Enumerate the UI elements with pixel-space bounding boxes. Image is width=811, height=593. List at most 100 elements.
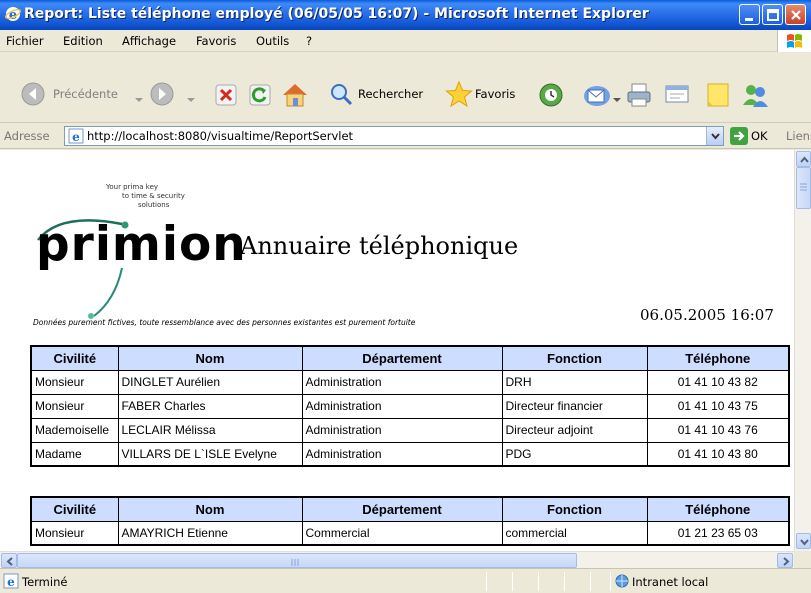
column-header: Département bbox=[301, 345, 503, 371]
menu-edition[interactable]: Edition bbox=[63, 34, 103, 48]
page-content: Your prima key to time & security soluti… bbox=[0, 150, 794, 551]
cell-fonction: Directeur financier bbox=[501, 393, 648, 419]
cell-civilite: Monsieur bbox=[30, 520, 119, 546]
scrollbar-corner bbox=[794, 551, 811, 568]
links-label[interactable]: Liens bbox=[786, 129, 811, 143]
forward-button[interactable] bbox=[149, 79, 183, 109]
browser-window: e Report: Liste téléphone employé (06/05… bbox=[0, 0, 811, 593]
table-row: Monsieur DINGLET Aurélien Administration… bbox=[30, 369, 790, 395]
mail-dropdown-icon[interactable] bbox=[613, 96, 621, 104]
mail-icon[interactable] bbox=[582, 81, 612, 109]
cell-telephone: 01 21 23 65 03 bbox=[646, 520, 790, 546]
windows-flag-icon bbox=[777, 30, 811, 52]
report-date: 06.05.2005 16:07 bbox=[640, 306, 774, 324]
back-label: Précédente bbox=[53, 87, 118, 101]
print-icon[interactable] bbox=[625, 81, 653, 109]
menu-fichier[interactable]: Fichier bbox=[6, 34, 44, 48]
stop-icon[interactable] bbox=[215, 84, 237, 106]
vertical-scroll-thumb[interactable] bbox=[796, 167, 811, 209]
close-icon bbox=[791, 10, 801, 20]
home-icon[interactable] bbox=[281, 82, 309, 108]
cell-telephone: 01 41 10 43 76 bbox=[646, 417, 790, 443]
messenger-icon[interactable] bbox=[740, 81, 770, 109]
cell-departement: Commercial bbox=[301, 520, 503, 546]
status-divider bbox=[590, 572, 591, 591]
logo-tagline-3: solutions bbox=[138, 201, 170, 209]
page-done-icon: e bbox=[3, 573, 19, 589]
search-label: Rechercher bbox=[358, 87, 424, 101]
cell-telephone: 01 41 10 43 75 bbox=[646, 393, 790, 419]
window-title: Report: Liste téléphone employé (06/05/0… bbox=[24, 6, 649, 22]
svg-text:e: e bbox=[72, 130, 80, 144]
menu-affichage[interactable]: Affichage bbox=[122, 34, 176, 48]
cell-civilite: Monsieur bbox=[30, 393, 119, 419]
security-zone-text: Intranet local bbox=[632, 575, 709, 589]
back-button[interactable]: Précédente bbox=[20, 79, 130, 109]
cell-civilite: Mademoiselle bbox=[30, 417, 119, 443]
favorites-star-icon bbox=[445, 80, 473, 108]
status-text: Terminé bbox=[22, 575, 68, 589]
vertical-scrollbar[interactable] bbox=[794, 150, 811, 551]
minimize-icon bbox=[745, 18, 753, 21]
svg-text:e: e bbox=[7, 575, 15, 589]
address-url: http://localhost:8080/visualtime/ReportS… bbox=[87, 129, 354, 143]
refresh-icon[interactable] bbox=[249, 84, 271, 106]
edit-icon[interactable] bbox=[663, 81, 691, 109]
search-button[interactable]: Rechercher bbox=[328, 79, 438, 109]
go-arrow-icon bbox=[730, 127, 748, 145]
minimize-button[interactable] bbox=[739, 4, 760, 25]
table-row: Monsieur FABER Charles Administration Di… bbox=[30, 393, 790, 419]
favorites-button[interactable]: Favoris bbox=[445, 79, 530, 109]
address-field[interactable]: e http://localhost:8080/visualtime/Repor… bbox=[64, 126, 724, 146]
table-row: Mademoiselle LECLAIR Mélissa Administrat… bbox=[30, 417, 790, 443]
menu-help[interactable]: ? bbox=[306, 34, 312, 48]
column-header: Civilité bbox=[30, 496, 119, 522]
page-ie-icon: e bbox=[68, 128, 84, 144]
forward-arrow-icon bbox=[150, 82, 174, 106]
employee-table-1: Civilité Nom Département Fonction Téléph… bbox=[30, 345, 790, 467]
notes-icon[interactable] bbox=[705, 81, 731, 109]
horizontal-scrollbar[interactable] bbox=[0, 551, 794, 568]
cell-telephone: 01 41 10 43 82 bbox=[646, 369, 790, 395]
horizontal-scroll-thumb[interactable] bbox=[17, 553, 577, 568]
forward-dropdown-icon[interactable] bbox=[187, 96, 195, 104]
standard-toolbar: Précédente Rechercher Favoris bbox=[0, 53, 811, 123]
chevron-down-icon bbox=[711, 133, 720, 140]
column-header: Téléphone bbox=[646, 496, 790, 522]
favorites-label: Favoris bbox=[475, 87, 516, 101]
address-dropdown-button[interactable] bbox=[706, 127, 723, 145]
maximize-button[interactable] bbox=[762, 4, 783, 25]
go-button[interactable]: OK bbox=[730, 127, 776, 145]
status-divider bbox=[538, 572, 539, 591]
status-divider bbox=[564, 572, 565, 591]
chevron-left-icon bbox=[6, 557, 13, 566]
chevron-up-icon bbox=[800, 156, 809, 163]
status-divider bbox=[512, 572, 513, 591]
logo-tagline-2: to time & security bbox=[122, 192, 185, 200]
primion-logo-text: primion bbox=[36, 217, 247, 272]
menu-outils[interactable]: Outils bbox=[256, 34, 289, 48]
cell-civilite: Madame bbox=[30, 441, 119, 467]
scroll-right-button[interactable] bbox=[777, 553, 793, 568]
cell-nom: DINGLET Aurélien bbox=[117, 369, 303, 395]
close-button[interactable] bbox=[785, 4, 806, 25]
cell-telephone: 01 41 10 43 80 bbox=[646, 441, 790, 467]
history-icon[interactable] bbox=[537, 81, 565, 109]
column-header: Nom bbox=[117, 345, 303, 371]
cell-departement: Administration bbox=[301, 393, 503, 419]
scroll-down-button[interactable] bbox=[796, 533, 811, 549]
table-header-row: Civilité Nom Département Fonction Téléph… bbox=[30, 496, 790, 522]
ie-icon: e bbox=[5, 7, 21, 22]
logo-tagline-1: Your prima key bbox=[106, 183, 159, 191]
scroll-up-button[interactable] bbox=[796, 151, 811, 167]
intranet-zone-icon bbox=[615, 574, 629, 588]
column-header: Département bbox=[301, 496, 503, 522]
address-label: Adresse bbox=[4, 129, 50, 143]
cell-fonction: Directeur adjoint bbox=[501, 417, 648, 443]
menu-favoris[interactable]: Favoris bbox=[196, 34, 236, 48]
disclaimer-text: Données purement fictives, toute ressemb… bbox=[33, 318, 416, 327]
back-dropdown-icon[interactable] bbox=[135, 96, 143, 104]
table-header-row: Civilité Nom Département Fonction Téléph… bbox=[30, 345, 790, 371]
cell-nom: FABER Charles bbox=[117, 393, 303, 419]
scroll-left-button[interactable] bbox=[1, 553, 17, 568]
